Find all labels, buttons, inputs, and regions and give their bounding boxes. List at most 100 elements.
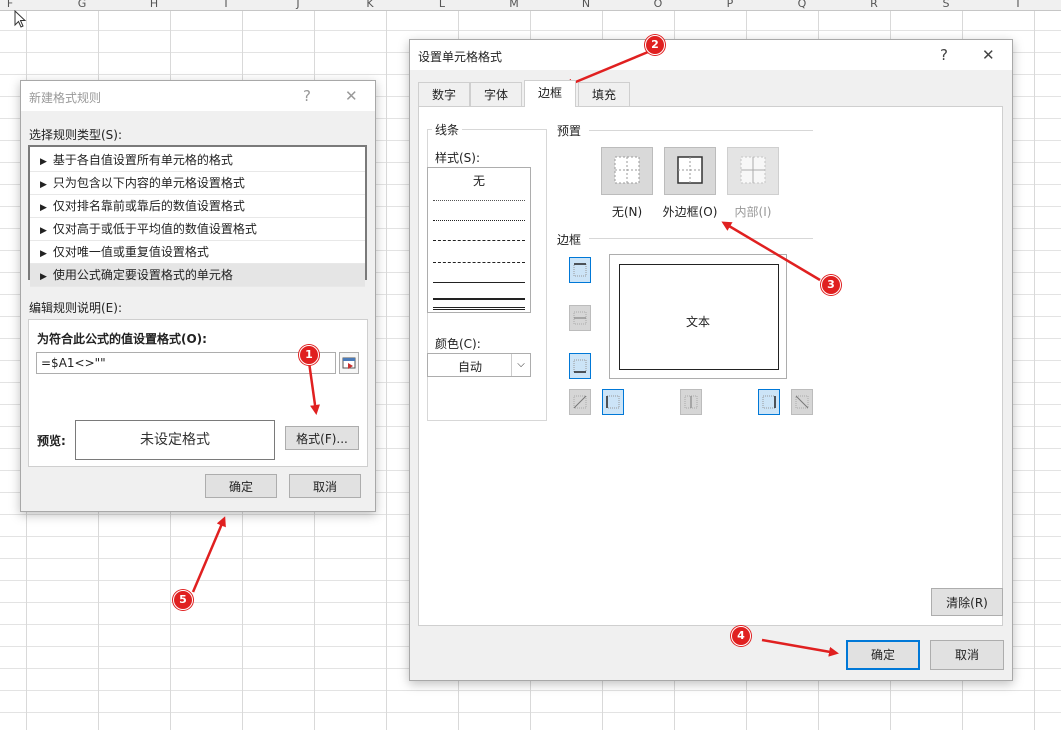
border-middle-vertical-button[interactable]: [680, 389, 702, 415]
triangle-right-icon: ▶: [40, 157, 47, 167]
column-header[interactable]: I: [190, 0, 262, 10]
clear-button[interactable]: 清除(R): [931, 588, 1003, 616]
border-left-button[interactable]: [602, 389, 624, 415]
column-header[interactable]: N: [550, 0, 622, 10]
help-button[interactable]: ?: [940, 46, 948, 64]
column-header[interactable]: S: [910, 0, 982, 10]
triangle-right-icon: ▶: [40, 249, 47, 259]
cancel-button[interactable]: 取消: [930, 640, 1004, 670]
line-style-none[interactable]: 无: [428, 172, 530, 189]
column-header[interactable]: T: [982, 0, 1054, 10]
close-button[interactable]: ✕: [345, 87, 358, 105]
annotation-badge: 2: [645, 35, 665, 55]
preset-none-button[interactable]: [601, 147, 653, 195]
close-button[interactable]: ✕: [982, 46, 995, 64]
border-vertical-icon: [684, 395, 698, 409]
border-top-button[interactable]: [569, 257, 591, 283]
annotation-badge: 1: [299, 345, 319, 365]
style-label: 样式(S):: [435, 151, 481, 165]
border-middle-horizontal-button[interactable]: [569, 305, 591, 331]
preset-inside-icon: [740, 156, 766, 184]
line-style-dash-dot[interactable]: [433, 240, 525, 241]
column-header[interactable]: H: [118, 0, 190, 10]
color-dropdown[interactable]: 自动 ⌵: [427, 353, 531, 377]
annotation-badge: 4: [731, 626, 751, 646]
formula-input[interactable]: =$A1<>"": [36, 352, 336, 374]
tab-border[interactable]: 边框: [524, 80, 576, 107]
border-preview-area[interactable]: 文本: [609, 254, 787, 379]
column-header[interactable]: Q: [766, 0, 838, 10]
title-bar: 设置单元格格式 ? ✕: [410, 40, 1012, 70]
formula-label: 为符合此公式的值设置格式(O):: [37, 332, 207, 346]
column-header-bar: F G H I J K L M N O P Q R S T: [0, 0, 1061, 11]
chevron-down-icon: ⌵: [511, 354, 530, 376]
preview-label: 预览:: [37, 434, 66, 448]
border-bottom-button[interactable]: [569, 353, 591, 379]
presets-label: 预置: [557, 124, 582, 138]
edit-description-label: 编辑规则说明(E):: [29, 301, 122, 315]
format-preview-box: 未设定格式: [75, 420, 275, 460]
annotation-badge: 3: [821, 275, 841, 295]
line-style-list[interactable]: 无: [427, 167, 531, 313]
rule-type-item[interactable]: ▶ 仅对唯一值或重复值设置格式: [30, 241, 365, 264]
column-header[interactable]: K: [334, 0, 406, 10]
triangle-right-icon: ▶: [40, 226, 47, 236]
border-bottom-icon: [573, 359, 587, 373]
cancel-button[interactable]: 取消: [289, 474, 361, 498]
border-top-icon: [573, 263, 587, 277]
format-button[interactable]: 格式(F)...: [285, 426, 359, 450]
line-style-dash-dot-dot[interactable]: [433, 262, 525, 263]
rule-type-item[interactable]: ▶ 仅对高于或低于平均值的数值设置格式: [30, 218, 365, 241]
rule-type-text: 仅对唯一值或重复值设置格式: [52, 245, 209, 259]
ok-button[interactable]: 确定: [846, 640, 920, 670]
column-header[interactable]: L: [406, 0, 478, 10]
column-header[interactable]: G: [46, 0, 118, 10]
border-diagonal-up-button[interactable]: [569, 389, 591, 415]
line-style-double[interactable]: [433, 307, 525, 310]
preset-outline-button[interactable]: [664, 147, 716, 195]
line-style-hair[interactable]: [433, 220, 525, 221]
border-label: 边框: [557, 233, 582, 247]
border-divider: [589, 238, 813, 239]
rule-type-text: 基于各自值设置所有单元格的格式: [52, 153, 233, 167]
rule-type-text: 只为包含以下内容的单元格设置格式: [52, 176, 245, 190]
title-bar: 新建格式规则 ? ✕: [21, 81, 375, 111]
line-style-thin[interactable]: [433, 282, 525, 283]
color-label: 颜色(C):: [435, 337, 481, 351]
help-button[interactable]: ?: [303, 87, 311, 105]
column-header[interactable]: J: [262, 0, 334, 10]
rule-type-item-selected[interactable]: ▶ 使用公式确定要设置格式的单元格: [30, 264, 365, 287]
rule-type-text: 仅对排名靠前或靠后的数值设置格式: [52, 199, 245, 213]
dialog-title: 设置单元格格式: [418, 50, 503, 64]
collapse-dialog-button[interactable]: [339, 352, 359, 374]
border-diagonal-down-button[interactable]: [791, 389, 813, 415]
format-cells-dialog: 设置单元格格式 ? ✕ 数字 字体 边框 填充 线条 样式(S): 无 颜色(C…: [409, 39, 1013, 681]
preset-inside-button[interactable]: [727, 147, 779, 195]
column-header[interactable]: M: [478, 0, 550, 10]
rule-type-list: ▶ 基于各自值设置所有单元格的格式 ▶ 只为包含以下内容的单元格设置格式 ▶ 仅对排名…: [28, 145, 367, 287]
new-format-rule-dialog: 新建格式规则 ? ✕ 选择规则类型(S): ▶ 基于各自值设置所有单元格的格式 ▶…: [20, 80, 376, 512]
line-style-dotted[interactable]: [433, 200, 525, 201]
border-horizontal-icon: [573, 311, 587, 325]
ok-button[interactable]: 确定: [205, 474, 277, 498]
tab-font[interactable]: 字体: [470, 82, 522, 106]
color-value: 自动: [457, 360, 482, 374]
preset-inside-label: 内部(I): [734, 205, 772, 219]
line-style-medium[interactable]: [433, 298, 525, 300]
diagonal-down-icon: [795, 395, 809, 409]
rule-type-item[interactable]: ▶ 仅对排名靠前或靠后的数值设置格式: [30, 195, 365, 218]
column-header[interactable]: R: [838, 0, 910, 10]
column-header[interactable]: F: [0, 0, 46, 10]
tab-fill[interactable]: 填充: [578, 82, 630, 106]
triangle-right-icon: ▶: [40, 180, 47, 190]
tab-number[interactable]: 数字: [418, 82, 470, 106]
border-right-button[interactable]: [758, 389, 780, 415]
column-header[interactable]: P: [694, 0, 766, 10]
diagonal-up-icon: [573, 395, 587, 409]
rule-type-item[interactable]: ▶ 基于各自值设置所有单元格的格式: [30, 149, 365, 172]
column-header[interactable]: O: [622, 0, 694, 10]
line-group-legend: 线条: [432, 121, 463, 138]
border-left-icon: [606, 395, 620, 409]
triangle-right-icon: ▶: [40, 203, 47, 213]
rule-type-item[interactable]: ▶ 只为包含以下内容的单元格设置格式: [30, 172, 365, 195]
